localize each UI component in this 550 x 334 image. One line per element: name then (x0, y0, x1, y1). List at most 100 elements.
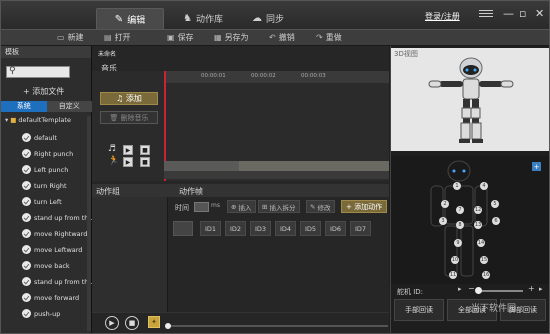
servo-angle-slider[interactable] (478, 290, 523, 292)
action-frame-title: 动作帧 (179, 187, 203, 196)
music-stop-button[interactable]: ■ (140, 145, 150, 155)
tab-custom[interactable]: 自定义 (46, 101, 92, 112)
loop-icon: ✦ (151, 318, 157, 326)
id-column-header: ID7 (350, 221, 371, 236)
servo-joint-7[interactable]: 7 (456, 206, 464, 214)
list-item[interactable]: move Rightward (22, 229, 87, 238)
insert-button[interactable]: ⊕ 插入 (227, 200, 256, 213)
new-file-icon: ▭ (57, 33, 65, 42)
robot-view-icon[interactable]: + (532, 162, 541, 171)
list-item[interactable]: turn Right (22, 181, 67, 190)
plus-button[interactable]: + (528, 284, 535, 293)
undo-button[interactable]: ↶ 撤销 (269, 32, 295, 43)
stop-button[interactable]: ■ (125, 316, 139, 330)
minimize-icon[interactable]: — (503, 7, 514, 20)
servo-joint-6[interactable]: 6 (492, 217, 500, 225)
check-icon (22, 197, 31, 206)
timeline-ruler[interactable]: 00:00:01 00:00:02 00:00:03 (164, 71, 389, 83)
hand-readback-button[interactable]: 手部回读 (394, 299, 444, 321)
new-button[interactable]: ▭ 新建 (57, 32, 84, 43)
time-input[interactable] (194, 202, 209, 212)
search-icon: ⚲ (9, 66, 16, 76)
music-play-button[interactable]: ▶ (123, 145, 133, 155)
servo-joint-16[interactable]: 16 (482, 271, 490, 279)
save-as-button[interactable]: ▦ 另存为 (214, 32, 249, 43)
action-stop-button[interactable]: ■ (140, 157, 150, 167)
modify-button[interactable]: ✎ 修改 (306, 200, 335, 213)
trash-icon: 🗑 (109, 113, 121, 122)
redo-icon: ↷ (316, 33, 323, 42)
edit-icon: ✎ (114, 13, 124, 25)
list-item[interactable]: move back (22, 261, 70, 270)
redo-button[interactable]: ↷ 重做 (316, 32, 342, 43)
app-window: ✎ 编辑 ♞ 动作库 ☁ 同步 登录/注册 — ▫ ✕ ▭ 新建 ▤ 打开 ▣ 保存 ▦ 另存… (0, 0, 550, 334)
servo-angle-handle[interactable] (475, 287, 482, 294)
servo-joint-10[interactable]: 10 (451, 256, 459, 264)
open-folder-icon: ▤ (104, 33, 112, 42)
document-name: 未命名 (98, 51, 117, 58)
servo-joint-3[interactable]: 3 (439, 217, 447, 225)
servo-joint-8[interactable]: 8 (456, 221, 464, 229)
search-input[interactable]: ⚲ (6, 66, 70, 78)
check-icon (22, 213, 31, 222)
add-action-button[interactable]: + 添加动作 (341, 200, 388, 213)
save-as-icon: ▦ (214, 33, 222, 42)
list-item[interactable]: move Leftward (22, 245, 82, 254)
action-group-list[interactable] (92, 197, 168, 312)
servo-joint-2[interactable]: 2 (441, 200, 449, 208)
step-icon[interactable]: ▸ (458, 285, 462, 293)
list-item[interactable]: Right punch (22, 149, 73, 158)
tab-sync[interactable]: ☁ 同步 (243, 8, 293, 29)
settings-menu-icon[interactable] (479, 8, 493, 20)
timeline-scrollbar[interactable] (164, 171, 389, 179)
save-icon: ▣ (167, 33, 175, 42)
servo-id-header: ID1 ID2 ID3 ID4 ID5 ID6 ID7 (173, 221, 389, 237)
check-icon (22, 149, 31, 158)
close-icon[interactable]: ✕ (535, 7, 544, 20)
tab-action-library[interactable]: ♞ 动作库 (167, 8, 239, 29)
maximize-icon[interactable]: ▫ (519, 7, 526, 20)
tab-system[interactable]: 系统 (1, 101, 47, 112)
servo-joint-1[interactable]: 1 (453, 182, 461, 190)
playback-progress-track[interactable] (166, 325, 388, 327)
save-button[interactable]: ▣ 保存 (167, 32, 194, 43)
add-music-button[interactable]: ♫ 添加 (100, 92, 158, 105)
check-icon (22, 245, 31, 254)
template-folder[interactable]: ▾ ■ defaultTemplate (5, 116, 71, 124)
list-item[interactable]: default (22, 133, 57, 142)
list-item[interactable]: Left punch (22, 165, 68, 174)
minus-button[interactable]: − (468, 284, 475, 293)
id-column-header: ID1 (200, 221, 221, 236)
servo-joint-12[interactable]: 12 (474, 206, 482, 214)
list-item[interactable]: push-up (22, 309, 60, 318)
robot-outline (430, 160, 488, 277)
add-file-button[interactable]: + 添加文件 (23, 86, 64, 97)
servo-joint-9[interactable]: 9 (454, 239, 462, 247)
list-item[interactable]: stand up from th... (22, 213, 95, 222)
id-column-header: ID3 (250, 221, 271, 236)
template-scrollbar[interactable] (87, 116, 91, 331)
figure-icon: 🏃 (108, 156, 120, 166)
servo-joint-14[interactable]: 14 (477, 239, 485, 247)
login-link[interactable]: 登录/注册 (425, 11, 460, 22)
plus-icon: + (346, 202, 355, 211)
delete-music-button[interactable]: 🗑 删除音乐 (100, 111, 158, 124)
list-item[interactable]: stand up from th... (22, 277, 95, 286)
servo-joint-5[interactable]: 5 (491, 200, 499, 208)
playback-progress-handle[interactable] (165, 323, 171, 329)
servo-joint-13[interactable]: 13 (474, 221, 482, 229)
insert-split-button[interactable]: ⊞ 插入拆分 (258, 200, 300, 213)
loop-button[interactable]: ✦ (148, 316, 160, 328)
3d-view[interactable] (391, 48, 549, 151)
play-button[interactable]: ▶ (105, 316, 119, 330)
list-item[interactable]: turn Left (22, 197, 62, 206)
servo-joint-11[interactable]: 11 (449, 271, 457, 279)
action-play-button[interactable]: ▶ (123, 157, 133, 167)
tab-edit[interactable]: ✎ 编辑 (96, 8, 164, 29)
robot-icon: ♞ (183, 13, 192, 24)
list-item[interactable]: move forward (22, 293, 79, 302)
step-forward-icon[interactable]: ▸ (539, 285, 543, 293)
open-button[interactable]: ▤ 打开 (104, 32, 131, 43)
servo-joint-4[interactable]: 4 (480, 182, 488, 190)
servo-joint-15[interactable]: 15 (480, 256, 488, 264)
